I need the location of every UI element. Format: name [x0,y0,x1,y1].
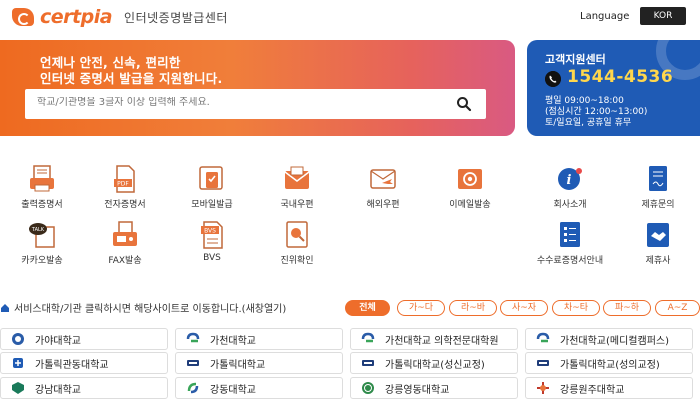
filter-info: 서비스대학/기관 클릭하시면 해당사이트로 이동합니다.(새창열기) [0,300,286,315]
service-label: 진위확인 [280,256,314,266]
service-label: FAX발송 [108,256,142,266]
svg-text:i: i [567,173,572,188]
filter-tab-all[interactable]: 전체 [345,300,390,316]
svg-text:PDF: PDF [117,181,129,188]
filter-tab-pa-ha[interactable]: 파~하 [603,300,651,316]
university-emblem-icon [536,332,550,343]
university-item[interactable]: 가톨릭대학교 [175,352,343,374]
university-item[interactable]: 가톨릭대학교(성신교정) [350,352,518,374]
university-emblem-icon [537,382,549,394]
service-label: 수수료증명서안내 [536,256,604,266]
hero-banner: 언제나 안전, 신속, 편리한 인터넷 증명서 발급을 지원합니다. [0,40,515,136]
service-domestic-mail[interactable]: 국내우편 [257,165,337,210]
service-fee-certificate-guide[interactable]: 수수료증명서안내 [530,221,610,266]
filter-tab-cha-ta[interactable]: 차~타 [552,300,600,316]
header: certpia 인터넷증명발급센터 Language KOR [0,0,700,34]
service-label: 해외우편 [366,200,400,210]
service-label: 이메일발송 [449,200,491,210]
fee-list-icon [560,222,580,247]
service-partners[interactable]: 제휴사 [618,221,698,266]
university-item[interactable]: 강릉원주대학교 [525,377,693,399]
banner-headline-line2: 인터넷 증명서 발급을 지원합니다. [40,71,223,86]
service-label: 전자증명서 [104,200,146,210]
airmail-envelope-icon [370,169,396,189]
email-at-icon [458,169,482,189]
search-icon[interactable] [456,96,472,112]
logo[interactable]: certpia 인터넷증명발급센터 [12,6,228,28]
language-label: Language [580,11,630,22]
university-emblem-icon [12,382,24,394]
service-authenticity-check[interactable]: 진위확인 [257,221,337,266]
verify-magnifier-icon [286,221,308,248]
language-select[interactable]: KOR [640,7,686,25]
fax-icon [113,221,137,246]
service-partnership-inquiry[interactable]: 제휴문의 [618,165,698,210]
mobile-document-icon [199,166,223,190]
university-emblem-icon [13,358,23,368]
support-hours-weekend: 토/일요일, 공휴일 휴무 [545,118,632,128]
university-item[interactable]: 가야대학교 [0,328,168,350]
service-kakao-send[interactable]: TALK 카카오발송 [2,221,82,266]
bvs-document-icon: BVS [201,221,223,249]
university-emblem-icon [187,360,199,366]
service-print-certificate[interactable]: 출력증명서 [2,165,82,210]
printer-document-icon [30,165,54,192]
filter-tab-sa-ja[interactable]: 사~자 [500,300,548,316]
university-item[interactable]: 가천대학교 의학전문대학원 [350,328,518,350]
service-label: 모바일발급 [191,200,233,210]
filter-tab-ga-da[interactable]: 가~다 [397,300,445,316]
logo-subtitle: 인터넷증명발급센터 [124,10,228,25]
university-emblem-icon [361,332,375,343]
service-label: 국내우편 [280,200,314,210]
logo-text: certpia [40,6,113,28]
university-item[interactable]: 강릉영동대학교 [350,377,518,399]
search-input[interactable] [37,97,437,108]
university-emblem-icon [362,382,374,394]
filter-tab-ra-ba[interactable]: 라~바 [449,300,497,316]
university-item[interactable]: 가천대학교 [175,328,343,350]
phone-icon [545,71,561,87]
search-box [25,89,486,119]
support-phone: 1544-4536 [567,67,674,87]
service-electronic-certificate[interactable]: PDF 전자증명서 [85,165,165,210]
university-emblem-icon [186,332,200,343]
handshake-icon [647,223,669,247]
svg-text:BVS: BVS [204,228,216,235]
university-item[interactable]: 강동대학교 [175,377,343,399]
service-fax-send[interactable]: FAX발송 [85,221,165,266]
university-emblem-icon [537,360,549,366]
university-emblem-icon [12,333,24,345]
support-title: 고객지원센터 [545,53,606,66]
home-icon [1,303,9,312]
university-item[interactable]: 가천대학교(메디컬캠퍼스) [525,328,693,350]
svg-text:TALK: TALK [31,227,45,233]
filter-info-text: 서비스대학/기관 클릭하시면 해당사이트로 이동합니다.(새창열기) [14,304,287,315]
university-item[interactable]: 가톨릭관동대학교 [0,352,168,374]
service-label: 회사소개 [553,200,587,210]
contract-icon [649,166,667,191]
certpia-logo-icon [12,8,34,26]
service-mobile-issue[interactable]: 모바일발급 [172,165,252,210]
university-emblem-icon [187,382,199,394]
university-emblem-icon [362,360,374,366]
service-label: 카카오발송 [21,256,63,266]
service-email-send[interactable]: 이메일발송 [430,165,510,210]
service-label: 출력증명서 [21,200,63,210]
service-overseas-mail[interactable]: 해외우편 [343,165,423,210]
service-label: 제휴문의 [641,200,675,210]
service-label: 제휴사 [645,256,671,266]
envelope-icon [284,166,310,189]
service-company-intro[interactable]: i 회사소개 [530,165,610,210]
university-item[interactable]: 가톨릭대학교(성의교정) [525,352,693,374]
filter-tab-a-z[interactable]: A~Z [655,300,700,316]
university-item[interactable]: 강남대학교 [0,377,168,399]
info-icon: i [558,168,582,190]
service-label: BVS [203,253,221,263]
talk-bubble-icon: TALK [29,223,55,248]
support-center-card: 고객지원센터 1544-4536 평일 09:00~18:00 (점심시간 12… [527,40,700,136]
pdf-document-icon: PDF [114,165,135,193]
service-bvs[interactable]: BVS BVS [172,221,252,263]
